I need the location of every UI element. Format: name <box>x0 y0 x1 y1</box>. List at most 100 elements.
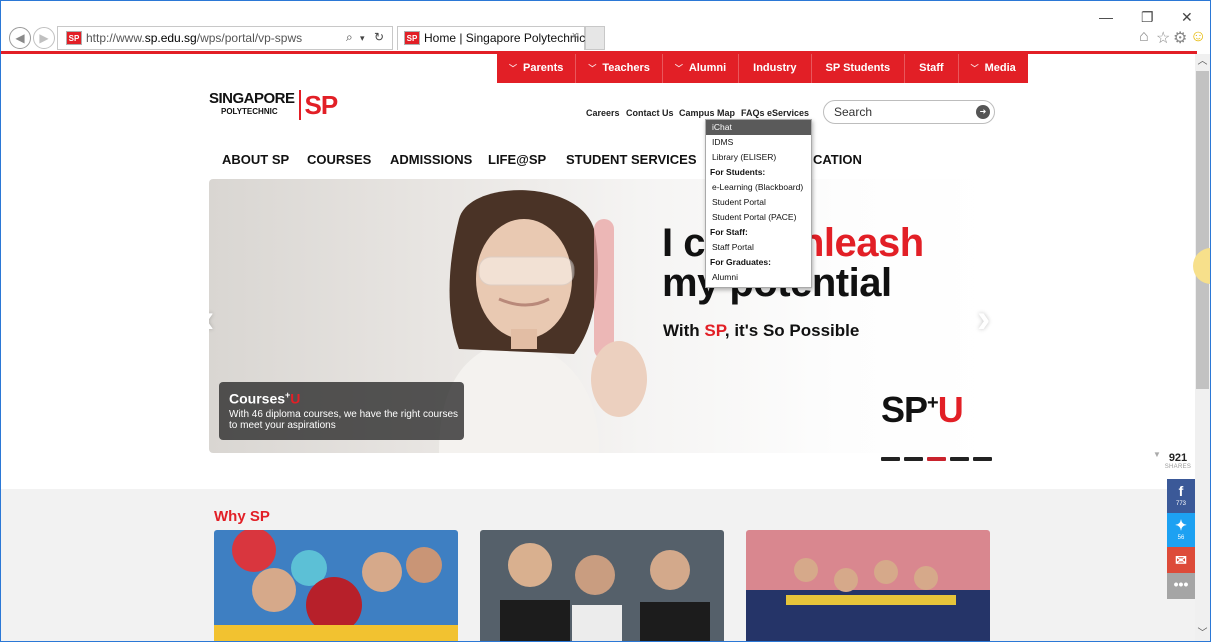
nav-about-sp[interactable]: ABOUT SP <box>222 152 289 167</box>
audience-menu-media[interactable]: ﹀ Media <box>959 54 1028 83</box>
audience-menu-staff[interactable]: Staff <box>905 54 959 83</box>
share-total: 921 <box>1168 452 1188 464</box>
browser-window: ◀ ▶ SP http://www.sp.edu.sg/wps/portal/v… <box>0 0 1211 642</box>
share-collapse-icon[interactable]: ▼ <box>1153 450 1161 459</box>
carousel-dot[interactable] <box>973 457 992 461</box>
scrollbar-thumb[interactable] <box>1196 71 1209 389</box>
audience-menu-alumni[interactable]: ﹀ Alumni <box>663 54 740 83</box>
chevron-down-icon: ﹀ <box>970 64 979 73</box>
tagline-part: With <box>663 321 705 340</box>
carousel-dot[interactable] <box>881 457 900 461</box>
headline-part: I c <box>662 221 705 265</box>
audience-menu-parents[interactable]: ﹀ Parents <box>497 54 577 83</box>
audience-menu-teachers[interactable]: ﹀ Teachers <box>576 54 663 83</box>
tagline-sp: SP <box>704 321 725 340</box>
more-dots-icon: ••• <box>1173 576 1189 592</box>
headline-accent: nleash <box>799 221 924 265</box>
hero-tagline: With SP, it's So Possible <box>663 321 859 341</box>
link-careers[interactable]: Careers <box>586 108 620 118</box>
menu-label: Parents <box>523 62 564 74</box>
why-sp-card-3[interactable] <box>746 530 990 642</box>
minimize-icon[interactable]: — <box>1099 9 1113 25</box>
favorites-star-icon[interactable]: ☆ <box>1156 28 1170 48</box>
search-input[interactable] <box>834 104 964 120</box>
eservices-item-elearning[interactable]: e-Learning (Blackboard) <box>706 180 811 195</box>
link-eservices[interactable]: eServices <box>767 108 809 118</box>
scroll-down-icon[interactable]: ﹀ <box>1195 626 1210 641</box>
eservices-group-graduates: For Graduates: <box>710 257 771 267</box>
vertical-scrollbar[interactable]: ︿ ﹀ <box>1195 54 1210 641</box>
carousel-prev-icon[interactable]: ‹ <box>209 297 214 342</box>
eservices-dropdown: iChat IDMS Library (ELISER) For Students… <box>705 119 812 288</box>
url-path: /wps/portal/vp-spws <box>196 31 303 45</box>
eservices-item-library[interactable]: Library (ELISER) <box>706 150 811 165</box>
menu-label: Industry <box>753 62 797 74</box>
scroll-up-icon[interactable]: ︿ <box>1195 54 1210 69</box>
smiley-feedback-icon[interactable]: ☺ <box>1190 28 1206 46</box>
eservices-item-idms[interactable]: IDMS <box>706 135 811 150</box>
eservices-item-alumni[interactable]: Alumni <box>706 270 811 285</box>
carousel-indicators <box>881 457 992 461</box>
carousel-dot[interactable] <box>950 457 969 461</box>
tab-title: Home | Singapore Polytechnic <box>424 31 586 45</box>
search-icon[interactable]: ➜ <box>976 105 990 119</box>
facebook-icon: f <box>1178 483 1184 499</box>
site-favicon-icon: SP <box>66 31 82 45</box>
menu-label: SP Students <box>825 62 891 74</box>
twitter-share-button[interactable]: ✦ 56 <box>1167 513 1195 547</box>
home-icon[interactable]: ⌂ <box>1139 28 1149 46</box>
carousel-dot[interactable] <box>927 457 946 461</box>
url-prefix: http://www. <box>86 31 145 45</box>
chevron-down-icon: ﹀ <box>674 64 683 73</box>
nav-student-services[interactable]: STUDENT SERVICES <box>566 152 697 167</box>
caption-description: With 46 diploma courses, we have the rig… <box>229 409 458 431</box>
logo-wordmark: SINGAPORE POLYTECHNIC <box>209 91 295 118</box>
audience-menu-industry[interactable]: Industry <box>739 54 812 83</box>
link-contact-us[interactable]: Contact Us <box>626 108 674 118</box>
address-dropdown-icon[interactable]: ▾ <box>360 33 365 44</box>
address-search-icon[interactable]: ⌕ <box>346 30 353 45</box>
why-sp-card-1[interactable] <box>214 530 458 642</box>
audience-menu-sp-students[interactable]: SP Students <box>812 54 906 83</box>
nav-life-at-sp[interactable]: LIFE@SP <box>488 152 546 167</box>
page-viewport: ﹀ Parents ﹀ Teachers ﹀ Alumni Industry SP S… <box>1 54 1195 642</box>
new-tab-button[interactable] <box>585 26 605 50</box>
why-sp-heading: Why SP <box>214 508 270 525</box>
window-close-icon[interactable]: ✕ <box>1181 9 1193 26</box>
email-icon: ✉ <box>1175 552 1187 568</box>
forward-icon[interactable]: ▶ <box>33 27 55 49</box>
why-sp-card-2[interactable] <box>480 530 724 642</box>
settings-gear-icon[interactable]: ⚙ <box>1173 28 1187 48</box>
nav-continuing-education[interactable]: CATION <box>813 152 862 167</box>
nav-admissions[interactable]: ADMISSIONS <box>390 152 472 167</box>
nav-courses[interactable]: COURSES <box>307 152 371 167</box>
hero-caption-box[interactable]: Courses+U With 46 diploma courses, we ha… <box>219 382 464 440</box>
eservices-item-staff-portal[interactable]: Staff Portal <box>706 240 811 255</box>
link-faqs[interactable]: FAQs <box>741 108 765 118</box>
refresh-icon[interactable]: ↻ <box>374 30 384 44</box>
brand-u: U <box>937 389 964 430</box>
email-share-button[interactable]: ✉ <box>1167 547 1195 573</box>
eservices-item-student-portal[interactable]: Student Portal <box>706 195 811 210</box>
carousel-dot[interactable] <box>904 457 923 461</box>
caption-u: U <box>290 390 301 407</box>
tagline-part: , it's So Possible <box>724 321 860 340</box>
chevron-down-icon: ﹀ <box>509 64 517 73</box>
eservices-item-student-portal-pace[interactable]: Student Portal (PACE) <box>706 210 811 225</box>
more-share-button[interactable]: ••• <box>1167 573 1195 599</box>
logo-divider <box>298 90 301 120</box>
link-campus-map[interactable]: Campus Map <box>679 108 735 118</box>
brand-sp: SP <box>881 389 928 430</box>
address-url[interactable]: http://www.sp.edu.sg/wps/portal/vp-spws <box>86 31 302 45</box>
restore-icon[interactable]: ❐ <box>1141 9 1154 26</box>
share-total-label: SHARES <box>1164 464 1192 470</box>
browser-tab[interactable]: SP Home | Singapore Polytechnic × <box>397 26 585 50</box>
eservices-item-ichat[interactable]: iChat <box>706 120 811 135</box>
site-logo[interactable]: SINGAPORE POLYTECHNIC SP <box>209 88 338 122</box>
tab-close-icon[interactable]: × <box>572 30 578 42</box>
url-domain: sp.edu.sg <box>144 31 197 45</box>
back-icon[interactable]: ◀ <box>9 27 31 49</box>
facebook-share-button[interactable]: f 773 <box>1167 479 1195 513</box>
carousel-next-icon[interactable]: › <box>977 297 990 342</box>
address-bar[interactable]: SP http://www.sp.edu.sg/wps/portal/vp-sp… <box>57 26 393 50</box>
